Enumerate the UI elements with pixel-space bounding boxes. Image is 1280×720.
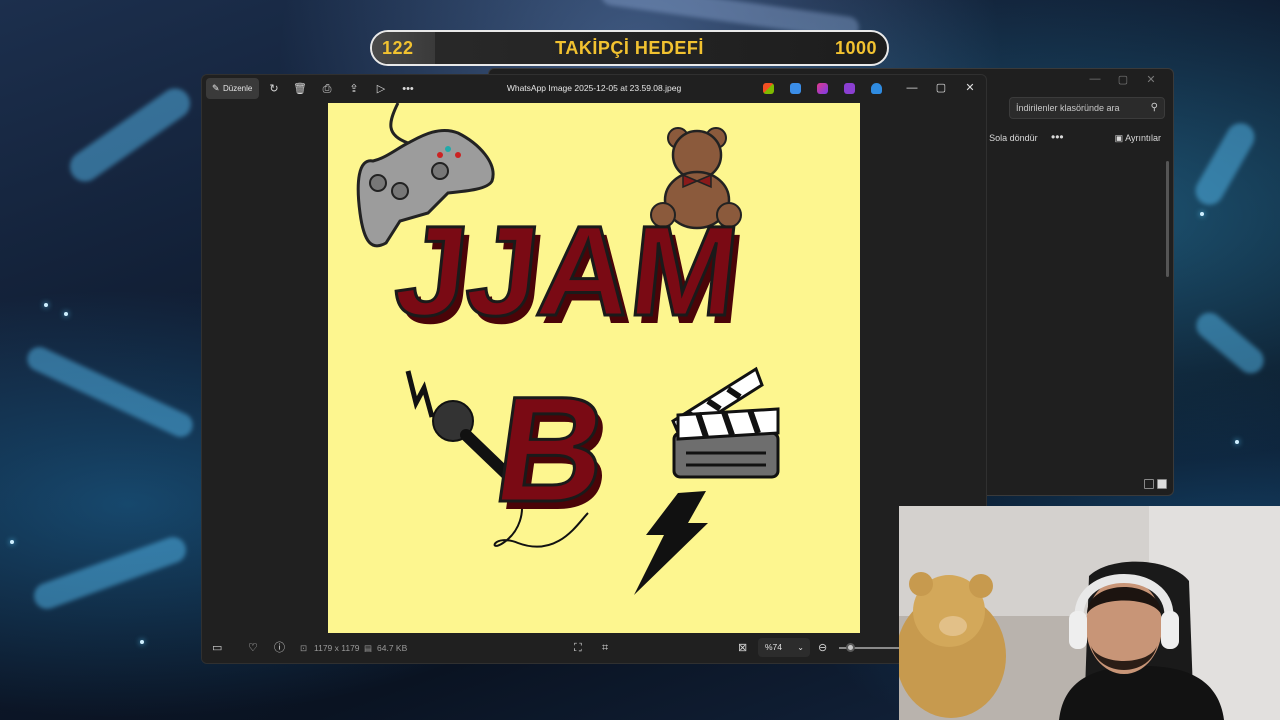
details-pane-icon: ▣ (1114, 133, 1124, 143)
wallpaper-streak (30, 533, 190, 613)
minimize-icon[interactable]: — (1081, 73, 1109, 91)
wallpaper-sparkle (44, 303, 48, 307)
explorer-command-bar: ↶ Sola döndür ••• ▣ Ayrıntılar (979, 130, 1165, 149)
wallpaper-sparkle (10, 540, 14, 544)
b-letter-art: B B (484, 364, 623, 541)
wallpaper-streak (1191, 307, 1269, 379)
close-icon[interactable]: ✕ (960, 80, 980, 96)
maximize-icon[interactable]: ▢ (1109, 73, 1137, 91)
paint-icon[interactable] (790, 83, 801, 94)
zoom-out-icon[interactable]: ⊖ (818, 641, 827, 655)
goal-target-count: 1000 (834, 38, 877, 58)
details-pane-label: Ayrıntılar (1125, 133, 1161, 143)
file-title: WhatsApp Image 2025-12-05 at 23.59.08.jp… (506, 83, 682, 93)
onedrive-icon[interactable] (871, 83, 882, 94)
file-info-icon[interactable]: ⓘ (274, 641, 285, 655)
image-dimensions: 1179 x 1179 (314, 643, 360, 653)
webcam-overlay (899, 506, 1280, 720)
zoom-slider-thumb[interactable] (846, 643, 855, 652)
explorer-more-button[interactable]: ••• (1051, 130, 1064, 144)
clapperboard-icon (671, 366, 780, 479)
wallpaper-sparkle (140, 640, 144, 644)
wallpaper-streak (23, 343, 197, 441)
photos-viewer-window[interactable]: ✎ Düzenle ↻ 🗑 ⎙ ⇪ ▷ ••• WhatsApp Image 2… (201, 74, 987, 664)
jjam-title-text: JJAM (389, 200, 745, 343)
visual-search-icon[interactable]: ⌗ (602, 641, 608, 655)
wallpaper-sparkle (1235, 440, 1239, 444)
minimize-icon[interactable]: — (902, 80, 922, 96)
lightning-bolt-icon (634, 491, 708, 595)
rotate-left-label: Sola döndür (989, 133, 1038, 143)
wallpaper-sparkle (1200, 212, 1204, 216)
wallpaper-sparkle (64, 312, 68, 316)
search-placeholder: İndirilenler klasöründe ara (1016, 103, 1120, 113)
file-size: 64.7 KB (377, 643, 408, 653)
explorer-scrollbar[interactable] (1166, 161, 1169, 277)
viewer-toolbar: ✎ Düzenle ↻ 🗑 ⎙ ⇪ ▷ ••• WhatsApp Image 2… (202, 75, 986, 103)
follower-goal-bar: 122 TAKİPÇİ HEDEFİ 1000 (370, 30, 889, 66)
tiles-view-icon[interactable] (1157, 479, 1167, 489)
close-icon[interactable]: ✕ (1137, 73, 1165, 91)
chevron-down-icon: ⌄ (797, 643, 804, 652)
explorer-search-input[interactable]: İndirilenler klasöründe ara ⚲ (1009, 97, 1165, 119)
crop-focus-icon[interactable]: ⛶ (574, 641, 582, 655)
copilot-icon[interactable] (763, 83, 774, 94)
search-icon: ⚲ (1150, 102, 1158, 113)
wallpaper-streak (64, 82, 196, 188)
goal-label: TAKİPÇİ HEDEFİ (555, 38, 704, 58)
zoom-level-dropdown[interactable]: %74 ⌄ (758, 638, 810, 657)
jjam-title-art: JJAM JJAM (387, 199, 751, 351)
viewer-status-bar: ▭ ♡ ⓘ ⊡ 1179 x 1179 ▤ 64.7 KB ⛶ ⌗ ⊠ %74 … (202, 633, 986, 663)
explorer-window-controls: — ▢ ✕ (1081, 73, 1165, 91)
maximize-icon[interactable]: ▢ (931, 80, 951, 96)
artwork-drawing: JJAM JJAM B B (356, 103, 780, 595)
explorer-view-switch (1144, 479, 1167, 489)
favorite-heart-icon[interactable]: ♡ (248, 641, 258, 655)
displayed-image[interactable]: JJAM JJAM B B (328, 103, 860, 635)
fit-to-window-icon[interactable]: ⊠ (738, 641, 747, 655)
dimensions-icon: ⊡ (300, 643, 308, 653)
zoom-level-value: %74 (765, 642, 783, 652)
webcam-feed (899, 506, 1280, 720)
details-view-icon[interactable] (1144, 479, 1154, 489)
filmstrip-icon[interactable]: ▭ (212, 641, 222, 655)
clipchamp-icon[interactable] (844, 83, 855, 94)
details-pane-button[interactable]: ▣ Ayrıntılar (1115, 133, 1161, 144)
rotate-left-button[interactable]: ↶ Sola döndür (979, 133, 1038, 144)
designer-icon[interactable] (817, 83, 828, 94)
file-size-icon: ▤ (364, 643, 373, 653)
wallpaper-streak (1190, 118, 1260, 210)
